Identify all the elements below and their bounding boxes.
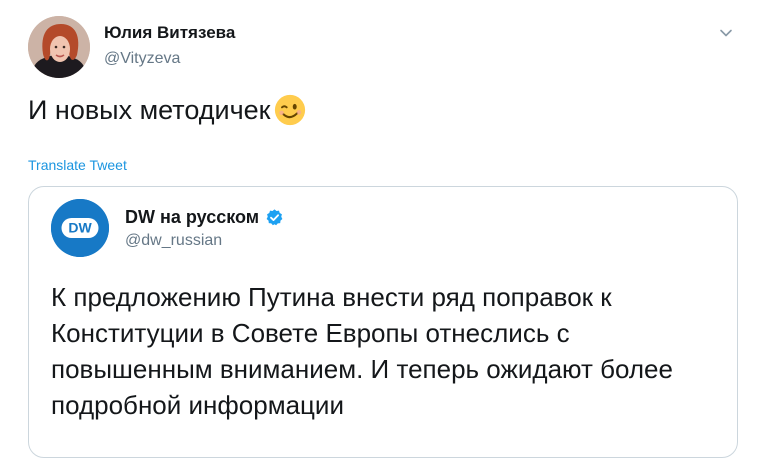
- quoted-author-avatar[interactable]: DW: [51, 199, 109, 257]
- quoted-tweet[interactable]: DW DW на русском @dw_russian К предложен…: [28, 186, 738, 458]
- verified-badge-icon: [266, 209, 283, 226]
- tweet-text-content: И новых методичек: [28, 94, 271, 125]
- tweet-text: И новых методичек: [28, 93, 307, 127]
- chevron-down-icon[interactable]: [718, 25, 734, 41]
- author-avatar[interactable]: [28, 16, 90, 78]
- dw-logo-icon: DW: [51, 199, 109, 257]
- author-name[interactable]: Юлия Витязева: [104, 23, 235, 43]
- author-handle[interactable]: @Vityzeva: [104, 50, 180, 68]
- author-avatar-image: [28, 16, 90, 78]
- quoted-author-handle[interactable]: @dw_russian: [125, 232, 222, 250]
- quoted-author-name-row: DW на русском: [125, 207, 284, 228]
- quoted-author-name[interactable]: DW на русском: [125, 207, 259, 228]
- wink-emoji-icon: [274, 94, 305, 126]
- tweet-card: Юлия Витязева @Vityzeva И новых методиче…: [0, 0, 768, 471]
- quoted-tweet-text: К предложению Путина внести ряд поправок…: [51, 282, 673, 420]
- dw-logo-text: DW: [68, 220, 92, 236]
- translate-tweet-link[interactable]: Translate Tweet: [28, 157, 127, 173]
